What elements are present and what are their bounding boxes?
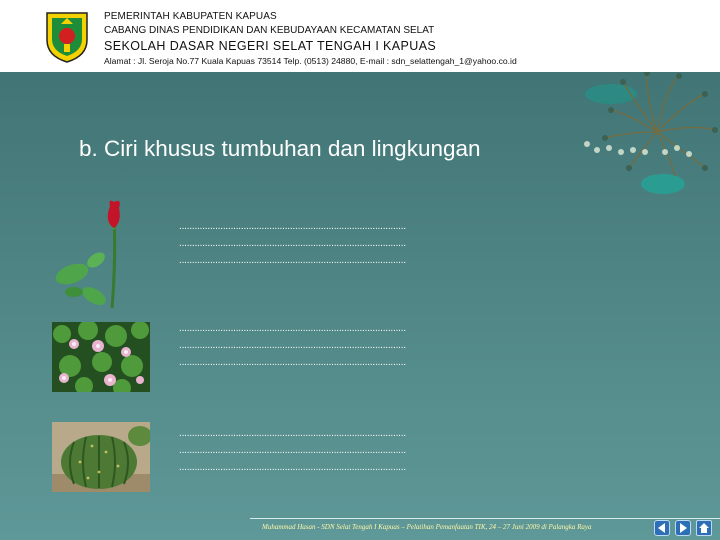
- answer-line: ........................................…: [179, 462, 406, 473]
- answer-line: ........................................…: [179, 221, 406, 232]
- answer-line: ........................................…: [179, 238, 406, 249]
- answer-lines-cactus: ........................................…: [179, 425, 623, 476]
- school-name: SEKOLAH DASAR NEGERI SELAT TENGAH I KAPU…: [104, 39, 437, 53]
- slide: PEMERINTAH KABUPATEN KAPUAS CABANG DINAS…: [0, 0, 720, 540]
- department-name: CABANG DINAS PENDIDIKAN DAN KEBUDAYAAN K…: [104, 25, 435, 36]
- sea-anemone-decoration: [584, 72, 718, 194]
- arrow-left-icon: [658, 523, 665, 533]
- next-slide-button[interactable]: [675, 520, 691, 536]
- school-address: Alamat : Jl. Seroja No.77 Kuala Kapuas 7…: [104, 56, 517, 66]
- previous-slide-button[interactable]: [654, 520, 670, 536]
- home-icon: [699, 523, 709, 533]
- arrow-right-icon: [680, 523, 687, 533]
- school-header: PEMERINTAH KABUPATEN KAPUAS CABANG DINAS…: [0, 0, 720, 72]
- home-button[interactable]: [696, 520, 712, 536]
- kapuas-crest-logo: [46, 12, 88, 63]
- answer-line: ........................................…: [179, 323, 406, 334]
- slide-title: b. Ciri khusus tumbuhan dan lingkungan: [79, 136, 481, 161]
- answer-line: ........................................…: [179, 445, 406, 456]
- answer-lines-water-lily: ........................................…: [179, 320, 623, 371]
- footer-credit: Muhammad Hasan - SDN Selat Tengah I Kapu…: [262, 523, 592, 531]
- rose-icon: [55, 200, 122, 309]
- answer-line: ........................................…: [179, 340, 406, 351]
- answer-line: ........................................…: [179, 357, 406, 368]
- water-lily-icon: [52, 322, 150, 392]
- answer-lines-rose: ........................................…: [179, 218, 623, 269]
- cactus-icon: [52, 422, 150, 492]
- answer-line: ........................................…: [179, 255, 406, 266]
- answer-line: ........................................…: [179, 428, 406, 439]
- footer-divider: [250, 518, 720, 519]
- government-name: PEMERINTAH KABUPATEN KAPUAS: [104, 11, 277, 22]
